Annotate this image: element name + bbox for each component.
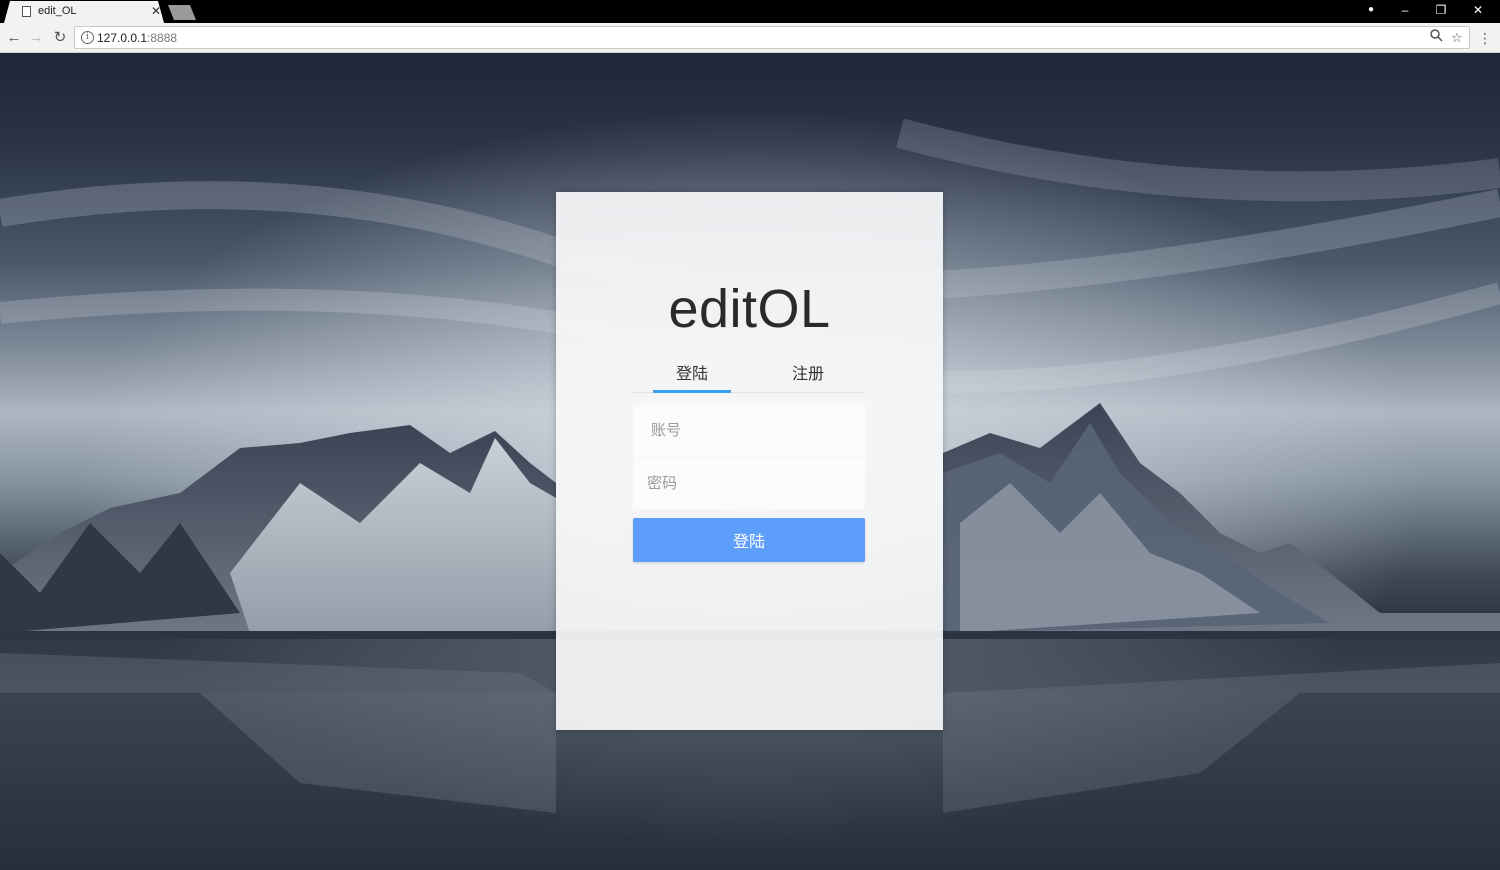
login-card: editOL 登陆 注册 登陆	[556, 192, 943, 730]
close-tab-icon[interactable]: ✕	[151, 4, 161, 18]
reload-icon[interactable]: ↻	[50, 28, 70, 48]
browser-tab-title: edit_OL	[38, 5, 77, 17]
browser-tab[interactable]: edit_OL ✕	[4, 1, 164, 23]
url-text: 127.0.0.1:8888	[97, 31, 177, 45]
login-button[interactable]: 登陆	[633, 518, 865, 562]
restore-button[interactable]: ❐	[1431, 2, 1451, 18]
zoom-icon[interactable]	[1430, 29, 1443, 47]
minimize-button[interactable]: –	[1395, 2, 1415, 18]
account-input[interactable]	[633, 404, 865, 456]
profile-icon[interactable]: ●	[1361, 2, 1381, 18]
address-bar[interactable]: i 127.0.0.1:8888 ☆	[74, 26, 1470, 49]
star-icon[interactable]: ☆	[1451, 29, 1463, 47]
new-tab-button[interactable]	[168, 5, 196, 20]
password-input[interactable]	[633, 457, 865, 509]
info-icon[interactable]: i	[81, 31, 94, 44]
url-host: 127.0.0.1	[97, 31, 148, 45]
page-viewport: editOL 登陆 注册 登陆	[0, 53, 1500, 870]
tab-login[interactable]: 登陆	[653, 358, 731, 393]
browser-tab-strip: edit_OL ✕ ● – ❐ ✕	[0, 0, 1500, 23]
page-icon	[22, 6, 31, 17]
brand-title: editOL	[668, 279, 831, 339]
tab-register[interactable]: 注册	[769, 358, 847, 393]
kebab-menu-icon[interactable]: ⋮	[1478, 28, 1492, 48]
browser-toolbar: ← → ↻ i 127.0.0.1:8888 ☆ ⋮	[0, 23, 1500, 53]
forward-arrow-icon[interactable]: →	[26, 28, 46, 48]
auth-tabs: 登陆 注册	[633, 358, 865, 393]
close-window-button[interactable]: ✕	[1468, 2, 1488, 18]
url-port: :8888	[147, 31, 178, 45]
back-arrow-icon[interactable]: ←	[4, 28, 24, 48]
